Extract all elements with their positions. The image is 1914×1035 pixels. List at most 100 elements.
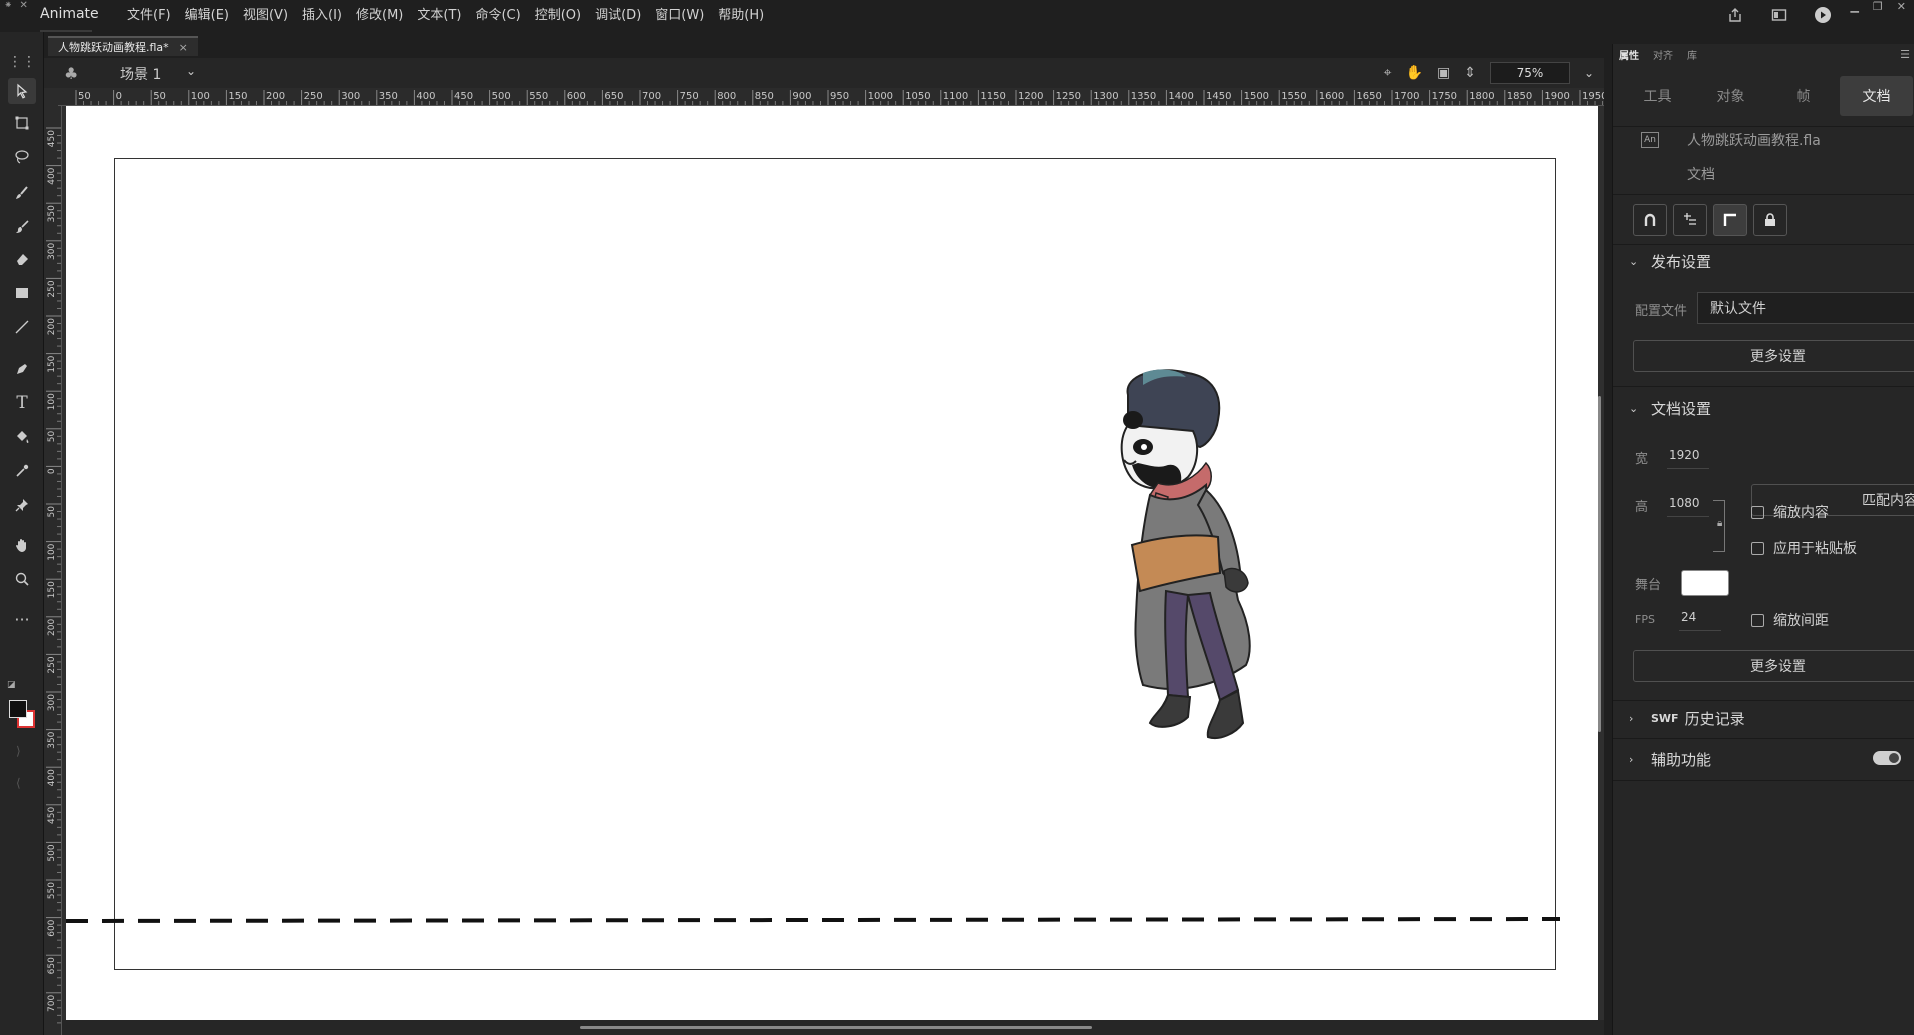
- center-stage-icon[interactable]: ⌖: [1384, 65, 1392, 81]
- restore-icon[interactable]: ❐: [1873, 0, 1883, 13]
- ruler-tick-label: 300: [47, 694, 57, 711]
- accessibility-header[interactable]: › 辅助功能: [1629, 749, 1711, 770]
- profile-select[interactable]: 默认文件: [1697, 292, 1914, 324]
- text-icon[interactable]: T: [8, 390, 36, 416]
- ruler-tick-label: 500: [47, 844, 57, 861]
- publish-more-settings-button[interactable]: 更多设置: [1633, 340, 1914, 372]
- zoom-icon[interactable]: [8, 566, 36, 592]
- menu-modify[interactable]: 修改(M): [349, 0, 410, 32]
- more-tools-icon[interactable]: ···: [8, 606, 36, 632]
- divider: [1613, 386, 1914, 387]
- clip-stage-icon[interactable]: ▣: [1437, 65, 1450, 81]
- rotate-stage-icon[interactable]: ✋: [1406, 65, 1423, 81]
- pen-icon[interactable]: [8, 356, 36, 382]
- width-field[interactable]: 1920: [1669, 448, 1700, 462]
- selection-icon[interactable]: [8, 78, 36, 104]
- fps-underline: [1679, 630, 1721, 631]
- vertical-scrollbar[interactable]: [1598, 396, 1601, 732]
- ruler-tick-label: 350: [47, 205, 57, 222]
- stage-color-swatch[interactable]: [1681, 570, 1729, 596]
- scene-label[interactable]: 场景 1: [120, 64, 161, 84]
- fluid-brush-icon[interactable]: [8, 180, 36, 206]
- fps-field[interactable]: 24: [1681, 610, 1696, 624]
- chevron-down-icon[interactable]: ⌄: [186, 64, 196, 78]
- swap-colors-icon[interactable]: ◪: [7, 680, 16, 690]
- tool-option-icon-2: ⟨: [16, 776, 21, 790]
- ruler-tick-label: 400: [47, 769, 57, 786]
- document-more-settings-button[interactable]: 更多设置: [1633, 650, 1914, 682]
- menu-insert[interactable]: 插入(I): [295, 0, 349, 32]
- corner-ruler-icon[interactable]: [1713, 204, 1747, 236]
- scale-spacing-label: 缩放间距: [1773, 613, 1829, 629]
- workspace-icon[interactable]: [1768, 4, 1790, 26]
- paint-bucket-icon[interactable]: [8, 424, 36, 450]
- scale-content-checkbox[interactable]: [1751, 506, 1764, 519]
- window-controls-left[interactable]: ⁕ ✕: [4, 0, 30, 11]
- menu-commands[interactable]: 命令(C): [468, 0, 527, 32]
- menu-view[interactable]: 视图(V): [236, 0, 295, 32]
- document-settings-header[interactable]: ⌄ 文档设置: [1629, 398, 1711, 419]
- share-icon[interactable]: [1724, 4, 1746, 26]
- panda-character[interactable]: [1088, 365, 1270, 790]
- close-window-icon[interactable]: ✕: [1897, 0, 1906, 13]
- menu-debug[interactable]: 调试(D): [588, 0, 648, 32]
- ruler-tick-label: 50: [47, 431, 57, 443]
- ruler-tick-label: 450: [47, 130, 57, 147]
- document-tab[interactable]: 人物跳跃动画教程.fla* ×: [48, 36, 198, 56]
- tab-align[interactable]: 对齐: [1653, 47, 1673, 62]
- panel-menu-icon[interactable]: ☰: [1900, 48, 1910, 61]
- scene-icon[interactable]: ♣: [64, 64, 78, 83]
- ruler-tick-label: 150: [228, 91, 247, 102]
- divider: [1613, 126, 1914, 127]
- segment-tool[interactable]: 工具: [1621, 76, 1694, 116]
- menu-window[interactable]: 窗口(W): [648, 0, 711, 32]
- lasso-icon[interactable]: [8, 144, 36, 170]
- lock-icon[interactable]: [1753, 204, 1787, 236]
- swf-history-header[interactable]: › SWF 历史记录: [1629, 708, 1745, 729]
- pin-icon[interactable]: [8, 492, 36, 518]
- snap-magnet-icon[interactable]: [1633, 204, 1667, 236]
- segment-object[interactable]: 对象: [1694, 76, 1767, 116]
- ruler-tick-label: 1550: [1281, 91, 1306, 102]
- tools-panel: ⋮⋮ T ··· ◪ ⟩ ⟨: [0, 32, 44, 1035]
- tab-properties[interactable]: 属性: [1619, 47, 1639, 62]
- guides-icon[interactable]: [1673, 204, 1707, 236]
- height-field[interactable]: 1080: [1669, 496, 1700, 510]
- close-tab-icon[interactable]: ×: [179, 41, 188, 54]
- scale-spacing-checkbox[interactable]: [1751, 614, 1764, 627]
- eraser-icon[interactable]: [8, 246, 36, 272]
- width-underline: [1667, 468, 1709, 469]
- rectangle-icon[interactable]: [8, 280, 36, 306]
- ruler-tick-label: 400: [416, 91, 435, 102]
- free-transform-icon[interactable]: [8, 110, 36, 136]
- zoom-stepper-icon[interactable]: ⇕: [1464, 65, 1476, 81]
- line-icon[interactable]: [8, 314, 36, 340]
- ruler-vertical: 4504003503002502001501005005010015020025…: [44, 106, 62, 1035]
- zoom-input[interactable]: 75%: [1489, 62, 1570, 84]
- dashed-ground-line[interactable]: [66, 916, 1560, 924]
- eyedropper-icon[interactable]: [8, 458, 36, 484]
- ruler-tick-label: 100: [47, 393, 57, 410]
- minimize-icon[interactable]: ▁: [1850, 0, 1858, 13]
- brush-icon[interactable]: [8, 214, 36, 240]
- segment-frame[interactable]: 帧: [1767, 76, 1840, 116]
- link-lock-icon[interactable]: 🔒︎: [1717, 518, 1723, 529]
- menu-file[interactable]: 文件(F): [120, 0, 178, 32]
- ruler-tick-label: 1100: [943, 91, 968, 102]
- horizontal-scrollbar[interactable]: [580, 1026, 1092, 1029]
- hand-icon[interactable]: [8, 532, 36, 558]
- zoom-dropdown-icon[interactable]: ⌄: [1584, 66, 1594, 80]
- segment-document[interactable]: 文档: [1840, 76, 1913, 116]
- tab-library[interactable]: 库: [1687, 47, 1697, 62]
- tools-collapse-icon[interactable]: ⋮⋮: [8, 54, 36, 70]
- ruler-tick-label: 1250: [1056, 91, 1081, 102]
- test-movie-play-icon[interactable]: [1812, 4, 1834, 26]
- fill-color-swatch[interactable]: [9, 700, 27, 718]
- menu-control[interactable]: 控制(O): [528, 0, 588, 32]
- ruler-tick-label: 1900: [1544, 91, 1569, 102]
- publish-settings-header[interactable]: ⌄ 发布设置: [1629, 251, 1711, 272]
- apply-pasteboard-checkbox[interactable]: [1751, 542, 1764, 555]
- menu-text[interactable]: 文本(T): [410, 0, 468, 32]
- menu-help[interactable]: 帮助(H): [711, 0, 771, 32]
- menu-edit[interactable]: 编辑(E): [178, 0, 236, 32]
